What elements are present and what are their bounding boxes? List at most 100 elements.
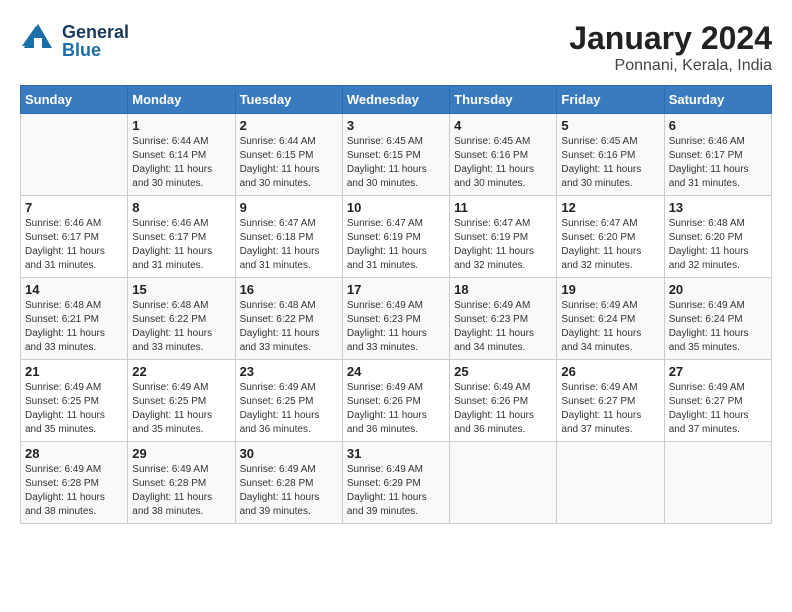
calendar-week-row: 1 Sunrise: 6:44 AMSunset: 6:14 PMDaylight… (21, 114, 772, 196)
calendar-day-cell: 24 Sunrise: 6:49 AMSunset: 6:26 PMDayligh… (342, 360, 449, 442)
calendar-day-cell: 31Sunrise: 6:49 AMSunset: 6:29 PMDayligh… (342, 442, 449, 524)
day-number: 11 (454, 200, 552, 215)
day-number: 16 (240, 282, 338, 297)
day-detail: Sunrise: 6:46 AMSunset: 6:17 PMDaylight:… (132, 217, 230, 273)
day-detail: Sunrise: 6:49 AMSunset: 6:23 PMDaylight:… (347, 299, 445, 355)
day-number: 28 (25, 446, 123, 461)
day-detail: Sunrise: 6:47 AMSunset: 6:19 PMDaylight:… (347, 217, 445, 273)
calendar-day-cell: 12 Sunrise: 6:47 AMSunset: 6:20 PMDayligh… (557, 196, 664, 278)
day-detail: Sunrise: 6:49 AMSunset: 6:26 PMDaylight:… (347, 381, 445, 437)
day-number: 6 (669, 118, 767, 133)
calendar-day-cell: 6 Sunrise: 6:46 AMSunset: 6:17 PMDaylight… (664, 114, 771, 196)
logo-text: General Blue (62, 23, 129, 59)
day-number: 13 (669, 200, 767, 215)
day-detail: Sunrise: 6:49 AMSunset: 6:25 PMDaylight:… (240, 381, 338, 437)
day-number: 12 (561, 200, 659, 215)
day-detail: Sunrise: 6:47 AMSunset: 6:18 PMDaylight:… (240, 217, 338, 273)
calendar-day-cell: 4Sunrise: 6:45 AMSunset: 6:16 PMDaylight… (450, 114, 557, 196)
calendar-week-row: 14 Sunrise: 6:48 AMSunset: 6:21 PMDayligh… (21, 278, 772, 360)
calendar-day-cell: 25 Sunrise: 6:49 AMSunset: 6:26 PMDayligh… (450, 360, 557, 442)
day-detail: Sunrise: 6:49 AMSunset: 6:27 PMDaylight:… (561, 381, 659, 437)
calendar-table: SundayMondayTuesdayWednesdayThursdayFrid… (20, 85, 772, 524)
day-number: 8 (132, 200, 230, 215)
calendar-day-cell: 18Sunrise: 6:49 AMSunset: 6:23 PMDayligh… (450, 278, 557, 360)
calendar-day-cell: 19 Sunrise: 6:49 AMSunset: 6:24 PMDayligh… (557, 278, 664, 360)
calendar-day-cell: 1 Sunrise: 6:44 AMSunset: 6:14 PMDaylight… (128, 114, 235, 196)
day-detail: Sunrise: 6:45 AMSunset: 6:15 PMDaylight:… (347, 135, 445, 191)
calendar-day-cell: 27Sunrise: 6:49 AMSunset: 6:27 PMDayligh… (664, 360, 771, 442)
day-detail: Sunrise: 6:46 AMSunset: 6:17 PMDaylight:… (669, 135, 767, 191)
calendar-day-cell: 23 Sunrise: 6:49 AMSunset: 6:25 PMDayligh… (235, 360, 342, 442)
calendar-day-cell (450, 442, 557, 524)
calendar-day-header: Tuesday (235, 86, 342, 114)
calendar-day-cell (21, 114, 128, 196)
day-detail: Sunrise: 6:49 AMSunset: 6:28 PMDaylight:… (240, 463, 338, 519)
calendar-week-row: 7 Sunrise: 6:46 AMSunset: 6:17 PMDaylight… (21, 196, 772, 278)
day-detail: Sunrise: 6:48 AMSunset: 6:21 PMDaylight:… (25, 299, 123, 355)
calendar-day-cell: 21 Sunrise: 6:49 AMSunset: 6:25 PMDayligh… (21, 360, 128, 442)
calendar-day-cell: 7 Sunrise: 6:46 AMSunset: 6:17 PMDaylight… (21, 196, 128, 278)
calendar-day-cell: 14 Sunrise: 6:48 AMSunset: 6:21 PMDayligh… (21, 278, 128, 360)
day-number: 19 (561, 282, 659, 297)
calendar-day-cell: 15 Sunrise: 6:48 AMSunset: 6:22 PMDayligh… (128, 278, 235, 360)
day-detail: Sunrise: 6:48 AMSunset: 6:22 PMDaylight:… (240, 299, 338, 355)
calendar-day-cell: 17 Sunrise: 6:49 AMSunset: 6:23 PMDayligh… (342, 278, 449, 360)
day-detail: Sunrise: 6:47 AMSunset: 6:20 PMDaylight:… (561, 217, 659, 273)
day-number: 21 (25, 364, 123, 379)
day-detail: Sunrise: 6:49 AMSunset: 6:25 PMDaylight:… (132, 381, 230, 437)
calendar-day-header: Wednesday (342, 86, 449, 114)
day-number: 20 (669, 282, 767, 297)
day-number: 9 (240, 200, 338, 215)
calendar-day-cell: 13 Sunrise: 6:48 AMSunset: 6:20 PMDayligh… (664, 196, 771, 278)
calendar-day-header: Saturday (664, 86, 771, 114)
day-number: 5 (561, 118, 659, 133)
day-detail: Sunrise: 6:49 AMSunset: 6:24 PMDaylight:… (669, 299, 767, 355)
day-number: 17 (347, 282, 445, 297)
day-number: 30 (240, 446, 338, 461)
day-detail: Sunrise: 6:48 AMSunset: 6:20 PMDaylight:… (669, 217, 767, 273)
calendar-week-row: 21 Sunrise: 6:49 AMSunset: 6:25 PMDayligh… (21, 360, 772, 442)
day-detail: Sunrise: 6:48 AMSunset: 6:22 PMDaylight:… (132, 299, 230, 355)
day-number: 1 (132, 118, 230, 133)
day-detail: Sunrise: 6:46 AMSunset: 6:17 PMDaylight:… (25, 217, 123, 273)
calendar-day-cell: 30 Sunrise: 6:49 AMSunset: 6:28 PMDayligh… (235, 442, 342, 524)
day-detail: Sunrise: 6:45 AMSunset: 6:16 PMDaylight:… (561, 135, 659, 191)
day-number: 14 (25, 282, 123, 297)
calendar-day-cell: 9 Sunrise: 6:47 AMSunset: 6:18 PMDaylight… (235, 196, 342, 278)
calendar-day-cell: 29 Sunrise: 6:49 AMSunset: 6:28 PMDayligh… (128, 442, 235, 524)
calendar-day-cell: 3Sunrise: 6:45 AMSunset: 6:15 PMDaylight… (342, 114, 449, 196)
calendar-day-cell: 8 Sunrise: 6:46 AMSunset: 6:17 PMDaylight… (128, 196, 235, 278)
calendar-day-cell: 26Sunrise: 6:49 AMSunset: 6:27 PMDayligh… (557, 360, 664, 442)
day-detail: Sunrise: 6:49 AMSunset: 6:23 PMDaylight:… (454, 299, 552, 355)
calendar-day-header: Sunday (21, 86, 128, 114)
page-subtitle: Ponnani, Kerala, India (569, 57, 772, 75)
day-number: 22 (132, 364, 230, 379)
calendar-day-cell: 28Sunrise: 6:49 AMSunset: 6:28 PMDayligh… (21, 442, 128, 524)
day-detail: Sunrise: 6:49 AMSunset: 6:26 PMDaylight:… (454, 381, 552, 437)
logo: General Blue (20, 20, 129, 61)
title-block: January 2024 Ponnani, Kerala, India (569, 20, 772, 75)
calendar-day-cell: 5 Sunrise: 6:45 AMSunset: 6:16 PMDaylight… (557, 114, 664, 196)
calendar-day-cell: 20 Sunrise: 6:49 AMSunset: 6:24 PMDayligh… (664, 278, 771, 360)
day-number: 10 (347, 200, 445, 215)
calendar-day-cell: 16 Sunrise: 6:48 AMSunset: 6:22 PMDayligh… (235, 278, 342, 360)
day-detail: Sunrise: 6:49 AMSunset: 6:27 PMDaylight:… (669, 381, 767, 437)
page-title: January 2024 (569, 20, 772, 57)
day-detail: Sunrise: 6:49 AMSunset: 6:29 PMDaylight:… (347, 463, 445, 519)
day-number: 25 (454, 364, 552, 379)
day-number: 7 (25, 200, 123, 215)
calendar-day-cell (664, 442, 771, 524)
day-detail: Sunrise: 6:44 AMSunset: 6:15 PMDaylight:… (240, 135, 338, 191)
logo-general-text: General (62, 23, 129, 41)
day-number: 23 (240, 364, 338, 379)
day-detail: Sunrise: 6:49 AMSunset: 6:24 PMDaylight:… (561, 299, 659, 355)
page-header: General Blue January 2024 Ponnani, Keral… (20, 20, 772, 75)
calendar-day-cell: 2Sunrise: 6:44 AMSunset: 6:15 PMDaylight… (235, 114, 342, 196)
day-detail: Sunrise: 6:49 AMSunset: 6:28 PMDaylight:… (132, 463, 230, 519)
day-number: 24 (347, 364, 445, 379)
day-detail: Sunrise: 6:49 AMSunset: 6:25 PMDaylight:… (25, 381, 123, 437)
day-detail: Sunrise: 6:44 AMSunset: 6:14 PMDaylight:… (132, 135, 230, 191)
day-number: 29 (132, 446, 230, 461)
day-number: 15 (132, 282, 230, 297)
calendar-day-cell: 22 Sunrise: 6:49 AMSunset: 6:25 PMDayligh… (128, 360, 235, 442)
